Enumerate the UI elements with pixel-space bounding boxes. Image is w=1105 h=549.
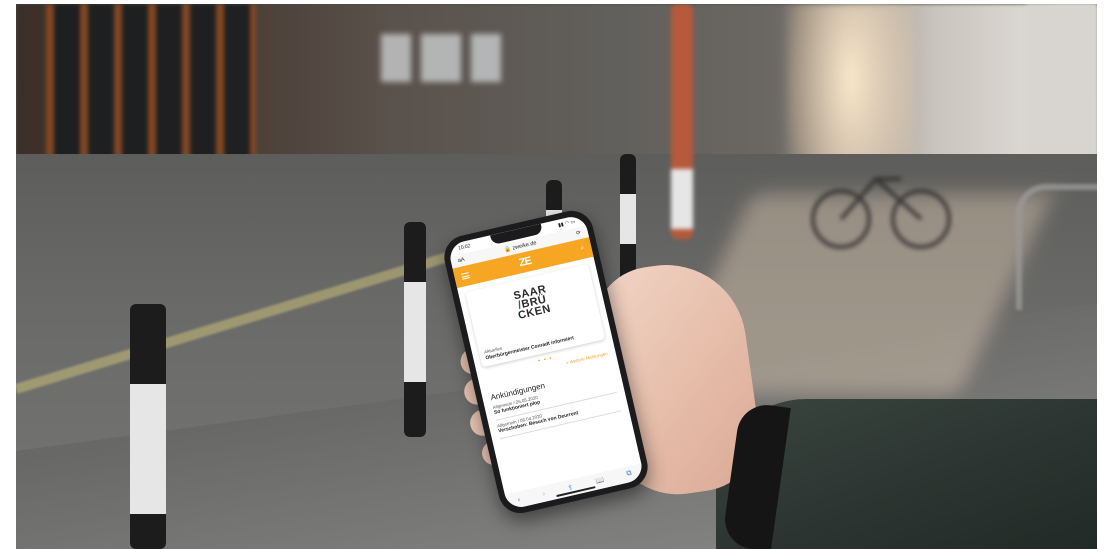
bookmarks-icon[interactable]: 📖 — [595, 476, 605, 486]
background-window — [421, 34, 461, 82]
bicycle — [811, 176, 951, 249]
forward-icon[interactable]: › — [542, 490, 546, 497]
back-icon[interactable]: ‹ — [517, 496, 521, 503]
background-window — [471, 34, 501, 82]
search-icon[interactable]: ⌕ — [580, 245, 586, 254]
bollard — [404, 222, 426, 437]
bollard — [671, 4, 693, 239]
text-size-button[interactable]: aA — [457, 257, 465, 264]
reload-icon[interactable]: ⟳ — [576, 230, 582, 237]
background-window — [381, 34, 411, 82]
background-door — [46, 4, 256, 169]
bike-rail — [1016, 184, 1097, 310]
hamburger-menu-icon[interactable] — [460, 272, 471, 280]
tabs-icon[interactable]: ⧉ — [626, 470, 633, 479]
bollard — [130, 304, 166, 549]
app-logo[interactable]: ZE — [518, 255, 532, 269]
bollard — [620, 154, 636, 284]
